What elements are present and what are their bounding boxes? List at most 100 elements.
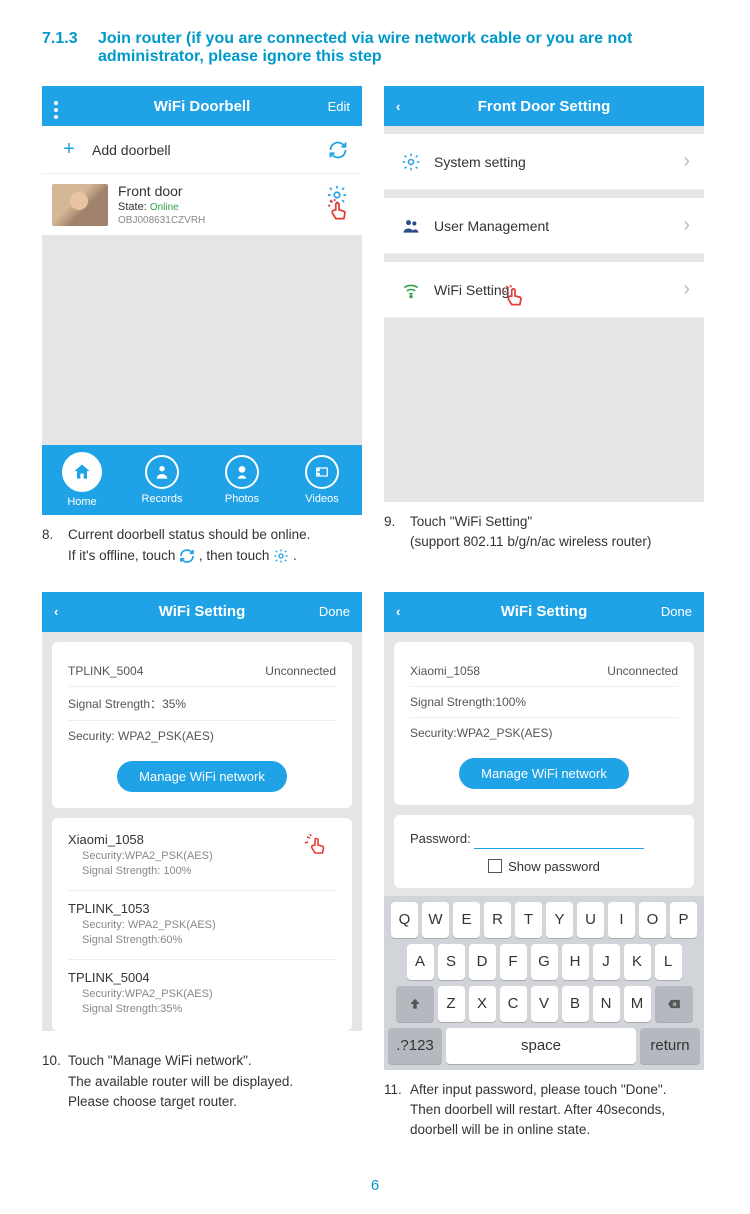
key-m[interactable]: M <box>624 986 651 1022</box>
current-wifi-card: Xiaomi_1058Unconnected Signal Strength:1… <box>394 642 694 805</box>
caption-11: 11. After input password, please touch "… <box>384 1070 704 1147</box>
password-input[interactable] <box>474 829 644 849</box>
gear-icon <box>398 152 424 172</box>
caption-8: 8. Current doorbell status should be onl… <box>42 515 362 572</box>
heading-number: 7.1.3 <box>42 30 98 66</box>
edit-button[interactable]: Edit <box>310 99 350 114</box>
tap-hand-icon <box>326 198 352 224</box>
back-button[interactable]: ‹ <box>54 604 94 619</box>
users-icon <box>398 216 424 236</box>
key-v[interactable]: V <box>531 986 558 1022</box>
key-o[interactable]: O <box>639 902 666 938</box>
person-icon <box>145 455 179 489</box>
tap-hand-icon <box>302 834 332 858</box>
key-y[interactable]: Y <box>546 902 573 938</box>
screenshot-wifi-setting-password: ‹ WiFi Setting Done Xiaomi_1058 Unconnect… <box>384 592 704 1070</box>
key-l[interactable]: L <box>655 944 682 980</box>
manage-wifi-button[interactable]: Manage WiFi network <box>459 758 629 789</box>
screen-title: WiFi Setting <box>436 603 652 620</box>
add-doorbell-row[interactable]: + Add doorbell <box>42 126 362 174</box>
device-row[interactable]: Front door State: Online OBJ008631CZVRH <box>42 174 362 235</box>
return-key[interactable]: return <box>640 1028 700 1064</box>
key-q[interactable]: Q <box>391 902 418 938</box>
device-thumbnail <box>52 184 108 226</box>
key-s[interactable]: S <box>438 944 465 980</box>
keyboard: QWERTYUIOP ASDFGHJKL ZXCVBNM .?123 space… <box>384 896 704 1070</box>
key-c[interactable]: C <box>500 986 527 1022</box>
key-j[interactable]: J <box>593 944 620 980</box>
key-a[interactable]: A <box>407 944 434 980</box>
screen-title: Front Door Setting <box>436 98 652 115</box>
add-doorbell-label: Add doorbell <box>92 142 328 158</box>
key-d[interactable]: D <box>469 944 496 980</box>
key-b[interactable]: B <box>562 986 589 1022</box>
current-ssid: TPLINK_5004 <box>68 664 143 678</box>
connection-status: Unconnected <box>265 664 336 678</box>
back-button[interactable]: ‹ <box>396 604 436 619</box>
password-label: Password: <box>410 831 471 846</box>
tab-home[interactable]: Home <box>42 445 122 515</box>
refresh-icon-inline <box>179 548 195 564</box>
key-z[interactable]: Z <box>438 986 465 1022</box>
key-f[interactable]: F <box>500 944 527 980</box>
gear-icon-inline <box>273 548 289 564</box>
plus-icon: + <box>56 138 82 161</box>
photo-icon <box>225 455 259 489</box>
key-k[interactable]: K <box>624 944 651 980</box>
screenshot-front-door-setting: ‹ Front Door Setting System setting › Us… <box>384 86 704 502</box>
wifi-network-list: Xiaomi_1058 Security:WPA2_PSK(AES) Signa… <box>52 818 352 1031</box>
key-h[interactable]: H <box>562 944 589 980</box>
device-state: State: Online <box>118 200 205 214</box>
wifi-icon <box>398 280 424 300</box>
heading-text: Join router (if you are connected via wi… <box>98 30 708 66</box>
refresh-icon[interactable] <box>328 140 348 160</box>
done-button[interactable]: Done <box>310 604 350 619</box>
current-ssid: Xiaomi_1058 <box>410 664 480 678</box>
menu-icon[interactable] <box>54 93 94 119</box>
space-key[interactable]: space <box>446 1028 636 1064</box>
wifi-item[interactable]: Xiaomi_1058 Security:WPA2_PSK(AES) Signa… <box>68 822 336 891</box>
key-p[interactable]: P <box>670 902 697 938</box>
system-setting-row[interactable]: System setting › <box>384 134 704 190</box>
key-e[interactable]: E <box>453 902 480 938</box>
key-i[interactable]: I <box>608 902 635 938</box>
done-button[interactable]: Done <box>652 604 692 619</box>
screenshot-wifi-setting-list: ‹ WiFi Setting Done TPLINK_5004 Unconnect… <box>42 592 362 1031</box>
backspace-key[interactable] <box>655 986 693 1022</box>
key-t[interactable]: T <box>515 902 542 938</box>
user-management-row[interactable]: User Management › <box>384 198 704 254</box>
wifi-item[interactable]: TPLINK_1053 Security: WPA2_PSK(AES) Sign… <box>68 891 336 960</box>
key-u[interactable]: U <box>577 902 604 938</box>
key-n[interactable]: N <box>593 986 620 1022</box>
tap-hand-icon <box>502 284 528 310</box>
manage-wifi-button[interactable]: Manage WiFi network <box>117 761 287 792</box>
chevron-right-icon: › <box>683 150 690 173</box>
key-r[interactable]: R <box>484 902 511 938</box>
chevron-right-icon: › <box>683 214 690 237</box>
key-x[interactable]: X <box>469 986 496 1022</box>
device-name: Front door <box>118 182 205 200</box>
caption-10: 10. Touch "Manage WiFi network".The avai… <box>42 1041 362 1118</box>
screen-title: WiFi Setting <box>94 603 310 620</box>
tab-photos[interactable]: Photos <box>202 445 282 515</box>
caption-9: 9. Touch "WiFi Setting"(support 802.11 b… <box>384 502 704 559</box>
wifi-item[interactable]: TPLINK_5004 Security:WPA2_PSK(AES) Signa… <box>68 960 336 1028</box>
key-w[interactable]: W <box>422 902 449 938</box>
screenshot-wifi-doorbell: WiFi Doorbell Edit + Add doorbell Front … <box>42 86 362 515</box>
tab-records[interactable]: Records <box>122 445 202 515</box>
connection-status: Unconnected <box>607 664 678 678</box>
key-g[interactable]: G <box>531 944 558 980</box>
tab-videos[interactable]: Videos <box>282 445 362 515</box>
video-icon <box>305 455 339 489</box>
back-button[interactable]: ‹ <box>396 99 436 114</box>
chevron-right-icon: › <box>683 278 690 301</box>
wifi-setting-row[interactable]: WiFi Setting › <box>384 262 704 318</box>
page-number: 6 <box>42 1177 708 1194</box>
checkbox-icon <box>488 859 502 873</box>
shift-key[interactable] <box>396 986 434 1022</box>
section-heading: 7.1.3 Join router (if you are connected … <box>42 30 708 66</box>
device-id: OBJ008631CZVRH <box>118 214 205 227</box>
home-icon <box>62 452 102 492</box>
symbols-key[interactable]: .?123 <box>388 1028 442 1064</box>
show-password-toggle[interactable]: Show password <box>410 859 678 874</box>
